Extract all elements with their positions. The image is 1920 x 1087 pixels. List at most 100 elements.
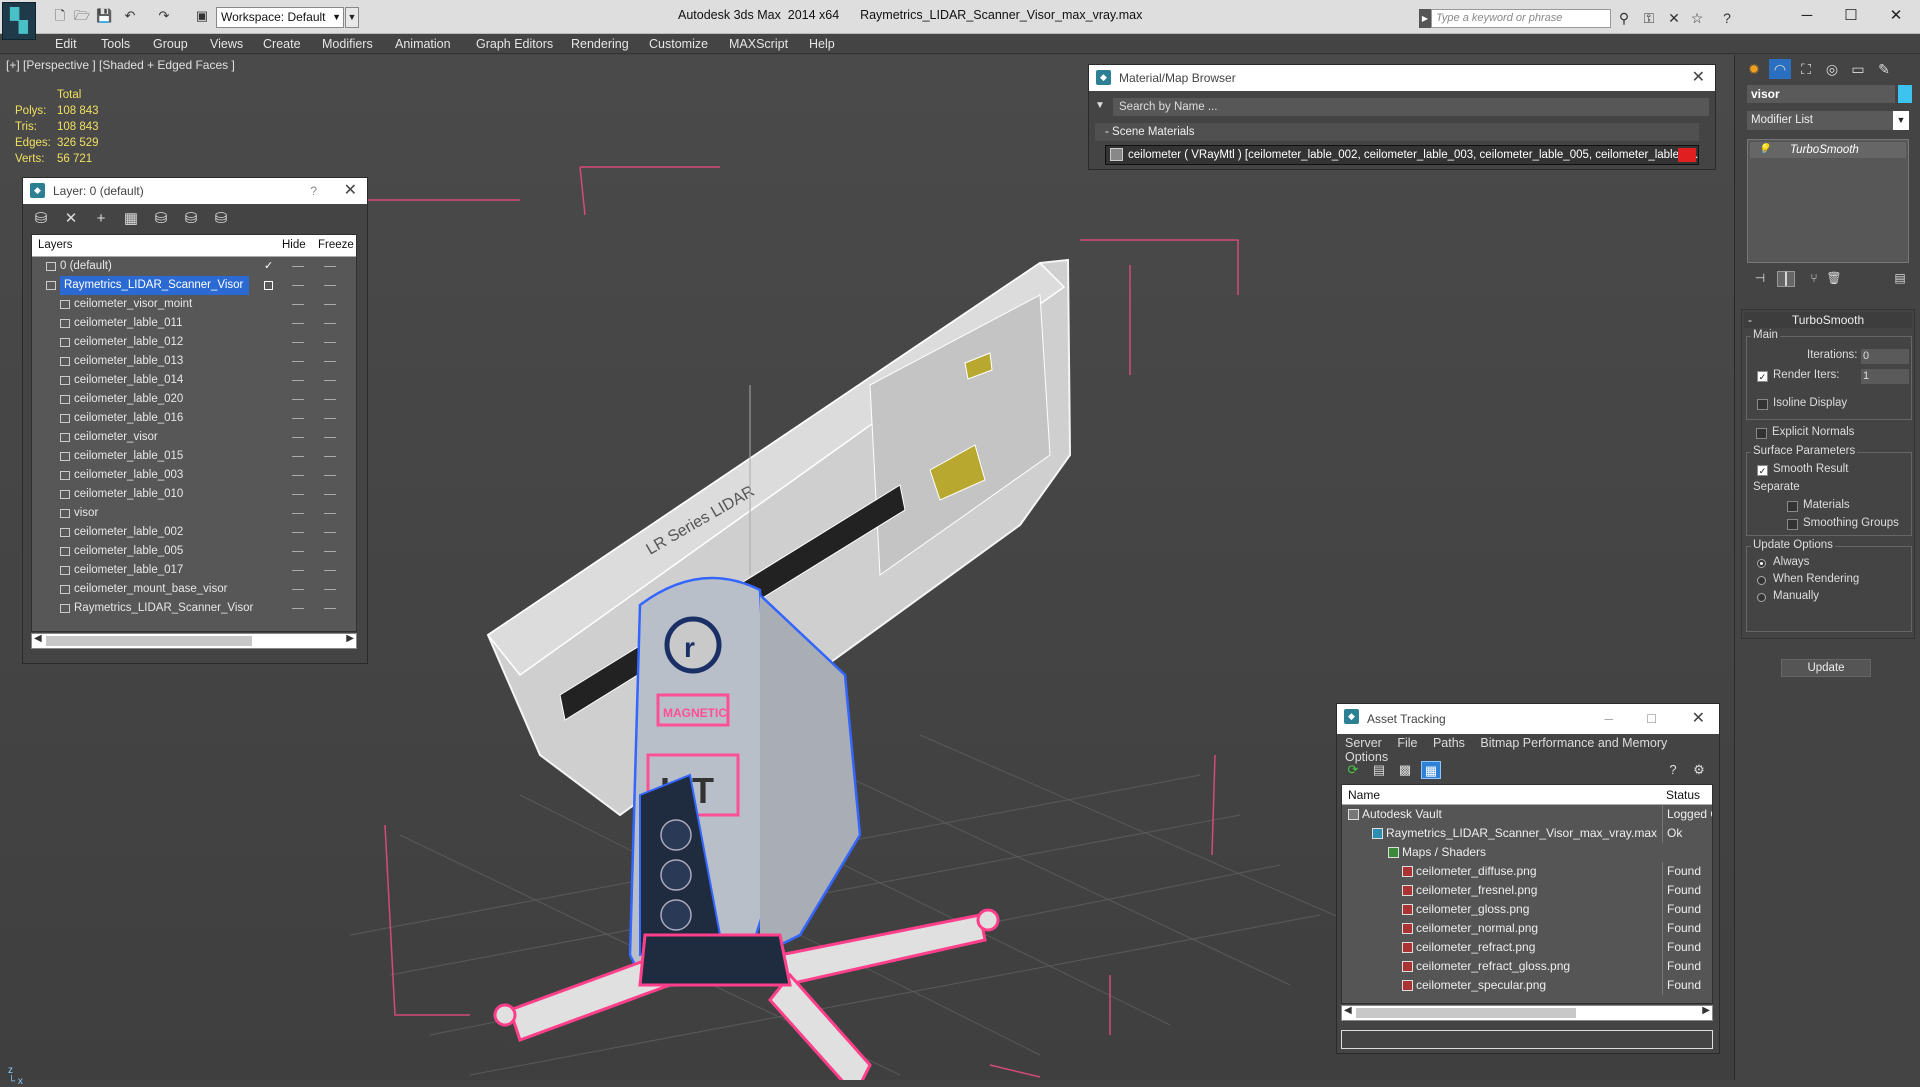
always-radio[interactable] <box>1757 559 1766 568</box>
freeze-toggle[interactable] <box>324 380 336 381</box>
search-input[interactable]: Type a keyword or phrase <box>1431 9 1611 28</box>
menu-customize[interactable]: Customize <box>649 37 708 51</box>
layer-row[interactable]: visor <box>32 504 356 523</box>
hide-toggle[interactable] <box>292 532 304 533</box>
hide-toggle[interactable] <box>292 456 304 457</box>
material-search-input[interactable]: Search by Name ... <box>1113 98 1709 116</box>
layer-row[interactable]: ceilometer_lable_017 <box>32 561 356 580</box>
materials-checkbox[interactable] <box>1787 501 1798 512</box>
menu-edit[interactable]: Edit <box>55 37 77 51</box>
layer-horizontal-scrollbar[interactable]: ◀ ▶ <box>31 633 357 649</box>
asset-menu-server[interactable]: Server <box>1345 736 1382 750</box>
hide-toggle[interactable] <box>292 570 304 571</box>
asset-row[interactable]: ceilometer_refract_gloss.png Found <box>1342 957 1712 976</box>
asset-horizontal-scrollbar[interactable]: ◀ ▶ <box>1341 1005 1713 1021</box>
modify-tab-icon[interactable]: ◠ <box>1769 59 1791 79</box>
pin-stack-icon[interactable]: ⊣ <box>1751 271 1769 287</box>
close-button[interactable]: ✕ <box>1876 4 1916 28</box>
scroll-thumb[interactable] <box>1356 1008 1576 1018</box>
freeze-toggle[interactable] <box>324 418 336 419</box>
iterations-spinner[interactable]: 0 <box>1861 349 1909 364</box>
asset-row[interactable]: ceilometer_specular.png Found <box>1342 976 1712 995</box>
layer-row[interactable]: ceilometer_visor <box>32 428 356 447</box>
hide-toggle[interactable] <box>292 380 304 381</box>
column-status[interactable]: Status <box>1666 788 1700 802</box>
workspace-dropdown[interactable]: Workspace: Default ▼ <box>216 7 344 28</box>
layer-row[interactable]: ceilometer_lable_013 <box>32 352 356 371</box>
layer-row[interactable]: Raymetrics_LIDAR_Scanner_Visor <box>32 276 356 295</box>
create-layer-icon[interactable]: ⛁ <box>31 210 51 228</box>
show-end-result-icon[interactable]: ┃ <box>1777 271 1795 287</box>
menu-group[interactable]: Group <box>153 37 188 51</box>
modifier-list-dropdown[interactable]: Modifier List ▼ <box>1747 111 1909 130</box>
utilities-tab-icon[interactable]: ✎ <box>1873 59 1895 79</box>
scene-materials-group[interactable]: - Scene Materials <box>1095 123 1699 141</box>
freeze-toggle[interactable] <box>324 342 336 343</box>
smoothing-groups-checkbox[interactable] <box>1787 519 1798 530</box>
hide-toggle[interactable] <box>292 513 304 514</box>
create-tab-icon[interactable]: ✹ <box>1743 59 1765 79</box>
asset-row[interactable]: ceilometer_fresnel.png Found <box>1342 881 1712 900</box>
scroll-right-icon[interactable]: ▶ <box>346 633 354 644</box>
layer-row[interactable]: ceilometer_lable_005 <box>32 542 356 561</box>
hide-toggle[interactable] <box>292 342 304 343</box>
material-browser-header[interactable]: ◆ Material/Map Browser ✕ <box>1089 65 1715 91</box>
render-iters-spinner[interactable]: 1 <box>1861 369 1909 384</box>
layer-row[interactable]: ceilometer_lable_002 <box>32 523 356 542</box>
remove-modifier-icon[interactable]: 🗑 <box>1825 271 1843 287</box>
hide-toggle[interactable] <box>292 494 304 495</box>
freeze-toggle[interactable] <box>324 589 336 590</box>
hide-toggle[interactable] <box>292 323 304 324</box>
close-icon[interactable]: ✕ <box>1692 65 1705 91</box>
help-icon[interactable]: ? <box>1718 10 1736 26</box>
asset-menu-bitmap[interactable]: Bitmap Performance and Memory <box>1480 736 1667 750</box>
layer-row[interactable]: ceilometer_lable_020 <box>32 390 356 409</box>
workspace-menu-button[interactable]: ▼ <box>345 7 359 28</box>
help-icon[interactable]: ? <box>310 178 317 204</box>
menu-help[interactable]: Help <box>809 37 835 51</box>
layer-row[interactable]: ceilometer_visor_moint <box>32 295 356 314</box>
explicit-normals-checkbox[interactable] <box>1756 428 1767 439</box>
freeze-toggle[interactable] <box>324 456 336 457</box>
freeze-toggle[interactable] <box>324 323 336 324</box>
minimize-button[interactable]: ─ <box>1787 4 1827 28</box>
hide-toggle[interactable] <box>292 304 304 305</box>
asset-row[interactable]: ceilometer_diffuse.png Found <box>1342 862 1712 881</box>
hide-toggle[interactable] <box>292 399 304 400</box>
freeze-toggle[interactable] <box>324 551 336 552</box>
refresh-icon[interactable]: ⟳ <box>1343 761 1363 779</box>
open-file-icon[interactable]: 🗁 <box>74 8 90 24</box>
maximize-icon[interactable]: ☐ <box>1646 704 1657 734</box>
hide-toggle[interactable] <box>292 418 304 419</box>
hide-toggle[interactable] <box>292 608 304 609</box>
project-folder-icon[interactable]: ▣ <box>194 8 210 24</box>
update-button[interactable]: Update <box>1781 659 1871 677</box>
asset-row[interactable]: ceilometer_gloss.png Found <box>1342 900 1712 919</box>
rollout-header[interactable]: - TurboSmooth <box>1744 312 1912 328</box>
menu-tools[interactable]: Tools <box>101 37 130 51</box>
asset-row[interactable]: Autodesk Vault Logged O <box>1342 805 1712 824</box>
hide-toggle[interactable] <box>292 551 304 552</box>
delete-layer-icon[interactable]: ✕ <box>61 210 81 228</box>
settings-icon[interactable]: ⚙ <box>1689 761 1709 779</box>
layer-row[interactable]: ceilometer_lable_016 <box>32 409 356 428</box>
menu-create[interactable]: Create <box>263 37 301 51</box>
asset-menu-file[interactable]: File <box>1397 736 1417 750</box>
asset-row[interactable]: ceilometer_normal.png Found <box>1342 919 1712 938</box>
column-hide[interactable]: Hide <box>282 239 306 251</box>
freeze-toggle[interactable] <box>324 361 336 362</box>
table-view-icon[interactable]: ▦ <box>1421 761 1441 779</box>
manually-radio[interactable] <box>1757 593 1766 602</box>
layer-panel-header[interactable]: ◆ Layer: 0 (default) ? ✕ <box>23 178 367 204</box>
freeze-toggle[interactable] <box>324 266 336 267</box>
asset-row[interactable]: Maps / Shaders <box>1342 843 1712 862</box>
asset-menu-paths[interactable]: Paths <box>1433 736 1465 750</box>
smooth-result-checkbox[interactable]: ✓ <box>1757 465 1768 476</box>
object-color-swatch[interactable] <box>1898 85 1912 103</box>
hierarchy-tab-icon[interactable]: ⛶ <box>1795 59 1817 79</box>
app-menu-button[interactable]: ▚ <box>2 2 36 40</box>
asset-row[interactable]: Raymetrics_LIDAR_Scanner_Visor_max_vray.… <box>1342 824 1712 843</box>
layer-row[interactable]: ceilometer_lable_010 <box>32 485 356 504</box>
new-file-icon[interactable]: 🗋 <box>52 8 68 24</box>
column-name[interactable]: Name <box>1348 788 1380 802</box>
